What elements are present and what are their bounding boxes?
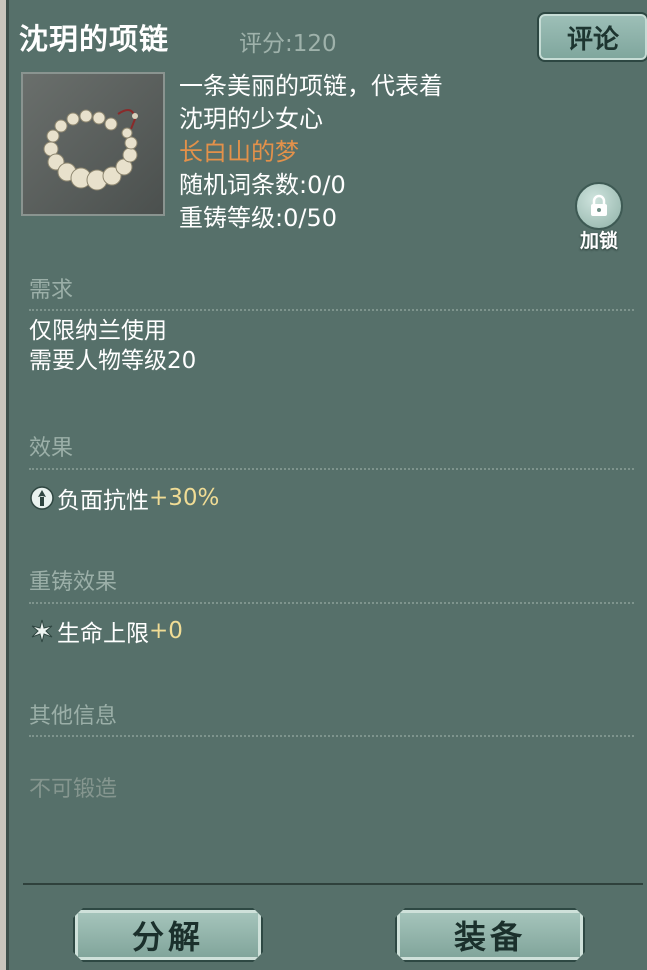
requirements-divider [29, 309, 634, 311]
reforge-effects-title: 重铸效果 [29, 570, 118, 595]
requirement-level: 需要人物等级20 [29, 348, 197, 374]
item-score: 评分:120 [239, 31, 337, 57]
star-burst-icon [31, 619, 53, 643]
reforge-stat-name: 生命上限 [57, 621, 149, 647]
decompose-button[interactable]: 分解 [73, 908, 263, 962]
lock-icon [575, 182, 623, 230]
pearl-necklace-icon [43, 109, 138, 191]
item-name: 沈玥的项链 [19, 22, 170, 56]
requirements-title: 需求 [29, 278, 74, 303]
lock-label: 加锁 [579, 230, 618, 252]
item-description: 一条美丽的项链，代表着 沈玥的少女心 长白山的梦 随机词条数:0/0 重铸等级:… [179, 70, 443, 235]
reforge-level: 重铸等级:0/50 [179, 204, 337, 232]
effects-title: 效果 [29, 436, 74, 461]
random-affix-count: 随机词条数:0/0 [179, 171, 346, 199]
item-thumbnail [21, 72, 165, 216]
description-line-1: 一条美丽的项链，代表着 [179, 72, 443, 100]
reforge-stat-value: +0 [149, 618, 183, 644]
equip-button[interactable]: 装备 [395, 908, 585, 962]
effect-stat-name: 负面抗性 [57, 488, 149, 514]
effect-stat-value: +30% [149, 485, 220, 511]
item-tooltip-panel: 沈玥的项链 评分:120 评论 一条美丽的项链，代表着 沈玥的少女心 长白山的梦… [6, 0, 647, 970]
reforge-effect-row: 生命上限 +0 [29, 614, 183, 648]
footer-divider [23, 883, 643, 885]
comment-button[interactable]: 评论 [537, 12, 647, 62]
effects-divider [29, 468, 634, 470]
not-forgeable-note: 不可锻造 [29, 777, 118, 802]
description-line-2: 沈玥的少女心 [179, 105, 323, 133]
other-info-title: 其他信息 [29, 704, 118, 729]
other-info-divider [29, 735, 634, 737]
requirement-class: 仅限纳兰使用 [29, 318, 167, 344]
lock-button[interactable]: 加锁 [569, 182, 629, 253]
resistance-icon [30, 486, 54, 510]
set-name: 长白山的梦 [179, 138, 299, 166]
reforge-effects-divider [29, 602, 634, 604]
effect-row: 负面抗性 +30% [29, 481, 219, 515]
